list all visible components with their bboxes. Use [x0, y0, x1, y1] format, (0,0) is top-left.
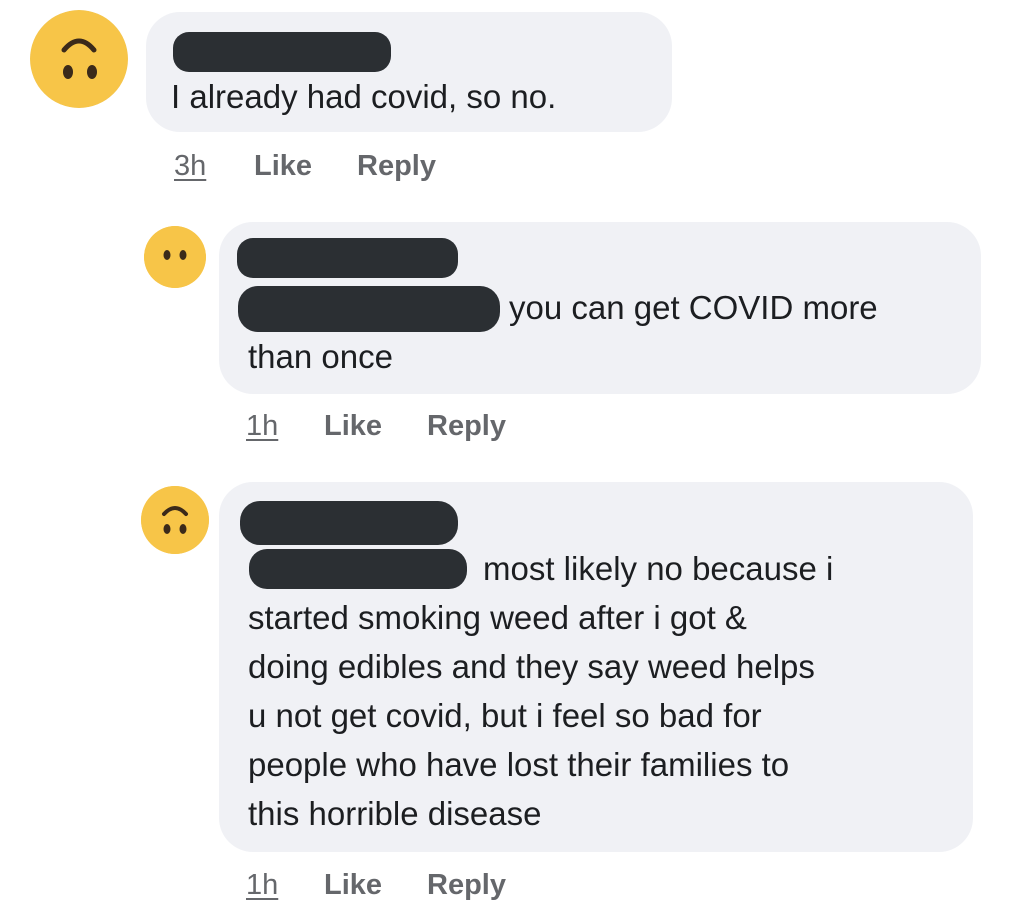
comment-timestamp[interactable]: 3h — [174, 150, 206, 183]
redacted-mention — [249, 549, 467, 589]
redacted-mention — [238, 286, 500, 332]
reply-text-line: people who have lost their families to — [248, 746, 790, 783]
avatar-upside-down-face-icon[interactable] — [141, 486, 209, 554]
reply-timestamp[interactable]: 1h — [246, 869, 278, 902]
comment-text: I already had covid, so no. — [171, 78, 557, 115]
redacted-author-name — [240, 501, 458, 545]
reply-text-line: you can get COVID more — [509, 289, 878, 326]
reply-actions: 1h Like Reply — [246, 410, 546, 446]
avatar-neutral-face-icon[interactable] — [144, 226, 206, 288]
reply-text-line: than once — [248, 338, 393, 375]
redacted-author-name — [173, 32, 391, 72]
reply-button[interactable]: Reply — [357, 150, 436, 183]
reply-text-line: u not get covid, but i feel so bad for — [248, 697, 762, 734]
reply-text-line: most likely no because i — [483, 550, 834, 587]
comment-actions: 3h Like Reply — [174, 150, 474, 186]
reply-button[interactable]: Reply — [427, 869, 506, 902]
reply-text-line: doing edibles and they say weed helps — [248, 648, 815, 685]
reply-text-line: started smoking weed after i got & — [248, 599, 747, 636]
reply-text-line: this horrible disease — [248, 795, 542, 832]
like-button[interactable]: Like — [324, 869, 382, 902]
reply-button[interactable]: Reply — [427, 410, 506, 443]
like-button[interactable]: Like — [254, 150, 312, 183]
avatar-upside-down-face-icon[interactable] — [30, 10, 128, 108]
like-button[interactable]: Like — [324, 410, 382, 443]
reply-timestamp[interactable]: 1h — [246, 410, 278, 443]
reply-actions: 1h Like Reply — [246, 869, 546, 905]
redacted-author-name — [237, 238, 458, 278]
